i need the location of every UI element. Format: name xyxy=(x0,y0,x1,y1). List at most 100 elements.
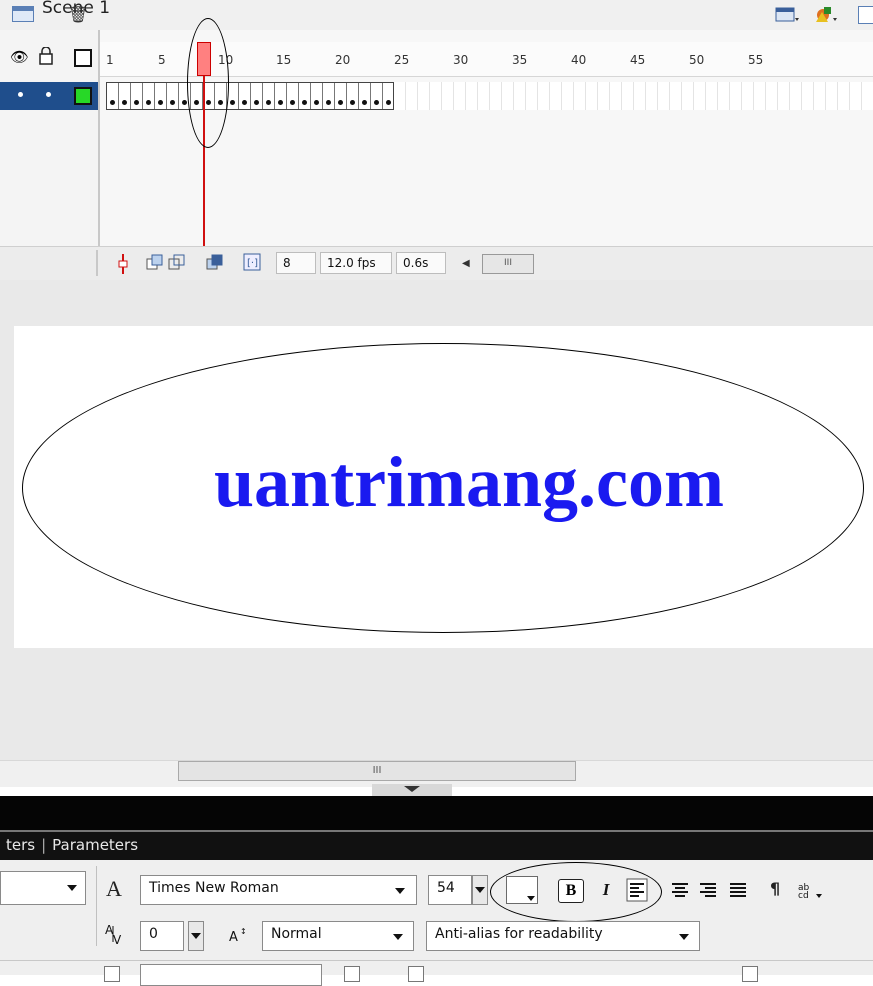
checkbox[interactable] xyxy=(742,966,758,982)
frame-dot xyxy=(386,100,391,105)
show-hide-layers-icon[interactable]: 👁 xyxy=(10,48,29,66)
ruler-label: 25 xyxy=(394,53,410,67)
frame-dot xyxy=(362,100,367,105)
font-family-dropdown[interactable]: Times New Roman xyxy=(140,875,417,905)
center-frame-icon[interactable] xyxy=(116,254,130,278)
frame-dot xyxy=(314,100,319,105)
checkbox[interactable] xyxy=(104,966,120,982)
frame-dot xyxy=(374,100,379,105)
ruler-label: 30 xyxy=(453,53,469,67)
delete-layer-icon[interactable]: 🗑 xyxy=(68,5,88,24)
frame-dot xyxy=(122,100,127,105)
font-size-value: 54 xyxy=(437,880,455,896)
layer-row-selected[interactable] xyxy=(0,82,98,110)
ruler-label: 5 xyxy=(158,53,166,67)
ruler-label: 35 xyxy=(512,53,528,67)
onion-skin-outlines-icon[interactable] xyxy=(168,254,186,276)
panel-tabs: ters | Parameters xyxy=(6,836,138,854)
filled-frames[interactable] xyxy=(106,82,394,110)
align-center-icon[interactable] xyxy=(670,878,690,906)
baseline-shift-icon: A ↕ xyxy=(228,925,250,949)
zoom-control-icon[interactable] xyxy=(858,6,873,24)
layer-lock-dot[interactable] xyxy=(46,92,51,97)
tab-parameters[interactable]: Parameters xyxy=(52,836,138,854)
tab-separator: | xyxy=(41,836,47,854)
letter-spacing-field[interactable]: 0 xyxy=(140,921,184,951)
baseline-shift-value: Normal xyxy=(271,926,322,942)
layer-outline-swatch[interactable] xyxy=(74,87,92,105)
letter-spacing-value: 0 xyxy=(149,926,158,942)
svg-text:↕: ↕ xyxy=(240,927,247,936)
frame-dot xyxy=(338,100,343,105)
frame-dot xyxy=(290,100,295,105)
stage-scroll-thumb[interactable]: III xyxy=(178,761,576,781)
font-family-value: Times New Roman xyxy=(149,880,279,896)
annotation-ellipse-playhead xyxy=(187,18,229,148)
tab-properties[interactable]: ters xyxy=(6,836,35,854)
chevron-down-icon xyxy=(475,887,485,893)
frame-dot xyxy=(170,100,175,105)
ruler-label: 40 xyxy=(571,53,587,67)
chevron-down-icon xyxy=(67,885,77,891)
lock-layers-icon[interactable] xyxy=(38,46,54,69)
outline-layers-icon[interactable] xyxy=(74,49,92,67)
props-separator xyxy=(96,866,97,946)
scene-bar xyxy=(0,0,873,31)
chevron-down-icon xyxy=(191,933,201,939)
modify-onion-markers-icon[interactable]: [·] xyxy=(242,252,262,276)
align-right-icon[interactable] xyxy=(698,878,718,906)
frame-dot xyxy=(110,100,115,105)
justify-icon[interactable] xyxy=(728,878,748,906)
layer-visible-dot[interactable] xyxy=(18,92,23,97)
url-link-field[interactable] xyxy=(140,964,322,986)
svg-text:[·]: [·] xyxy=(247,258,258,269)
edit-scene-icon[interactable] xyxy=(775,6,801,24)
chevron-down-icon xyxy=(395,888,405,894)
ruler-label: 1 xyxy=(106,53,114,67)
letter-spacing-slider-button[interactable] xyxy=(188,921,204,951)
frame-dot xyxy=(254,100,259,105)
frame-dot xyxy=(242,100,247,105)
font-size-field[interactable]: 54 xyxy=(428,875,472,905)
ruler-label: 15 xyxy=(276,53,292,67)
props-row-divider xyxy=(0,960,873,961)
frame-dot xyxy=(326,100,331,105)
svg-text:V: V xyxy=(113,933,122,946)
frame-dot xyxy=(350,100,355,105)
letter-spacing-icon: AV xyxy=(104,922,130,950)
frame-dot xyxy=(146,100,151,105)
stage-text[interactable]: uantrimang.com xyxy=(214,446,724,518)
text-orientation-icon[interactable]: ab cd xyxy=(796,878,824,906)
onion-skin-icon[interactable] xyxy=(146,254,164,276)
frame-dot xyxy=(230,100,235,105)
panel-divider xyxy=(0,796,873,830)
checkbox[interactable] xyxy=(344,966,360,982)
anti-alias-dropdown[interactable]: Anti-alias for readability xyxy=(426,921,700,951)
baseline-shift-dropdown[interactable]: Normal xyxy=(262,921,414,951)
ruler-label: 55 xyxy=(748,53,764,67)
text-type-dropdown[interactable] xyxy=(0,871,86,905)
checkbox[interactable] xyxy=(408,966,424,982)
timeline-scroll-thumb[interactable]: III xyxy=(482,254,534,274)
chevron-down-icon xyxy=(393,934,403,940)
frame-dot xyxy=(218,100,223,105)
empty-frames[interactable] xyxy=(394,82,873,110)
scroll-left-arrow[interactable]: ◀ xyxy=(462,258,470,269)
frame-dot xyxy=(278,100,283,105)
ruler-label: 50 xyxy=(689,53,705,67)
svg-text:cd: cd xyxy=(798,891,809,901)
annotation-ellipse-format xyxy=(490,862,662,922)
frame-dot xyxy=(134,100,139,105)
ruler-label: 45 xyxy=(630,53,646,67)
anti-alias-value: Anti-alias for readability xyxy=(435,926,603,942)
status-separator xyxy=(96,250,98,276)
elapsed-time-field: 0.6s xyxy=(396,252,446,274)
frame-dot xyxy=(302,100,307,105)
font-size-slider-button[interactable] xyxy=(472,875,488,905)
collapse-arrow-icon[interactable] xyxy=(404,786,420,792)
paragraph-icon[interactable]: ¶ xyxy=(770,879,780,898)
frame-dot xyxy=(266,100,271,105)
edit-symbols-icon[interactable] xyxy=(812,4,840,26)
frame-rate-field[interactable]: 12.0 fps xyxy=(320,252,392,274)
edit-multiple-frames-icon[interactable] xyxy=(206,254,224,276)
